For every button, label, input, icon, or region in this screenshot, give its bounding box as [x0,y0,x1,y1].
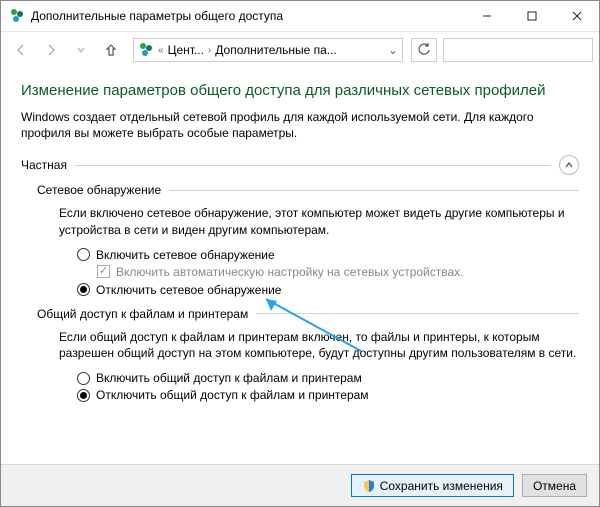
radio-icon [77,283,90,296]
content-area: Изменение параметров общего доступа для … [1,68,599,464]
file-printer-desc: Если общий доступ к файлам и принтерам в… [59,329,579,361]
maximize-button[interactable] [509,1,554,31]
radio-icon [77,372,90,385]
address-bar[interactable]: « Цент... › Дополнительные па... ⌄ [133,38,403,62]
network-icon [9,8,25,24]
profile-label: Частная [21,158,67,172]
radio-network-on[interactable]: Включить сетевое обнаружение [77,248,579,262]
window-title: Дополнительные параметры общего доступа [31,9,464,23]
checkbox-label: Включить автоматическую настройку на сет… [116,265,464,279]
breadcrumb-part[interactable]: Цент... [168,43,204,57]
divider [256,313,579,314]
minimize-button[interactable] [464,1,509,31]
radio-label: Отключить сетевое обнаружение [96,283,281,297]
radio-icon [77,389,90,402]
chevron-down-icon[interactable]: ⌄ [388,43,398,57]
page-title: Изменение параметров общего доступа для … [21,82,579,99]
save-label: Сохранить изменения [380,479,503,493]
radio-label: Включить сетевое обнаружение [96,248,275,262]
footer: Сохранить изменения Отмена [1,464,599,506]
refresh-button[interactable] [411,38,437,62]
radio-network-off[interactable]: Отключить сетевое обнаружение [77,283,579,297]
network-discovery-desc: Если включено сетевое обнаружение, этот … [59,205,579,237]
up-button[interactable] [97,36,125,64]
close-button[interactable] [554,1,599,31]
radio-icon [77,248,90,261]
save-button[interactable]: Сохранить изменения [351,474,514,497]
radio-fileshare-on[interactable]: Включить общий доступ к файлам и принтер… [77,371,579,385]
breadcrumb-sep: « [158,45,164,56]
checkbox-icon: ✓ [97,265,110,278]
checkbox-auto-setup: ✓ Включить автоматическую настройку на с… [97,265,579,279]
back-button[interactable] [7,36,35,64]
file-printer-title: Общий доступ к файлам и принтерам [37,307,248,321]
collapse-button[interactable] [559,155,579,175]
navbar: « Цент... › Дополнительные па... ⌄ [1,32,599,68]
radio-fileshare-off[interactable]: Отключить общий доступ к файлам и принте… [77,388,579,402]
cancel-button[interactable]: Отмена [522,474,587,497]
network-discovery-title: Сетевое обнаружение [37,183,161,197]
network-icon [138,42,154,58]
breadcrumb-sep: › [208,45,211,56]
shield-icon [362,479,376,493]
radio-label: Включить общий доступ к файлам и принтер… [96,371,362,385]
recent-dropdown[interactable] [67,36,95,64]
titlebar: Дополнительные параметры общего доступа [1,1,599,32]
forward-button[interactable] [37,36,65,64]
divider [75,165,551,166]
radio-label: Отключить общий доступ к файлам и принте… [96,388,369,402]
cancel-label: Отмена [533,479,576,493]
divider [169,190,579,191]
search-input[interactable] [443,38,593,62]
page-description: Windows создает отдельный сетевой профил… [21,109,579,141]
breadcrumb-part[interactable]: Дополнительные па... [215,43,337,57]
